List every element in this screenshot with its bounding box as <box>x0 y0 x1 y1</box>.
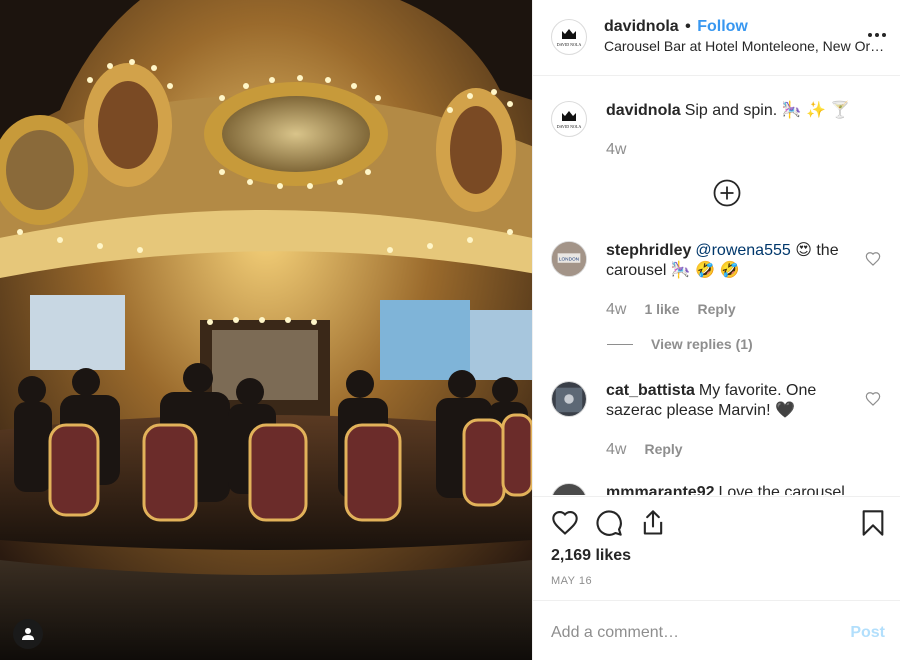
view-replies-line <box>607 343 633 345</box>
reply-button[interactable]: Reply <box>697 301 735 317</box>
comment-username[interactable]: mmmarante92 <box>606 484 715 495</box>
avatar-photo: LONDON <box>552 242 586 276</box>
comment-text: stephridley @rowena555 😍 the carousel 🎠 🤣… <box>606 241 861 281</box>
caption-text: davidnola Sip and spin. 🎠 ✨ 🍸 <box>606 101 861 121</box>
tagged-users-button[interactable] <box>13 619 43 649</box>
caption-meta: 4w <box>606 141 626 159</box>
separator-dot: • <box>685 18 691 35</box>
comment-icon[interactable] <box>595 509 623 537</box>
avatar-logo-text: DAVID NOLA <box>557 124 582 129</box>
load-more-icon[interactable] <box>713 179 741 207</box>
follow-button[interactable]: Follow <box>697 18 748 35</box>
crown-logo-icon: DAVID NOLA <box>557 29 582 47</box>
avatar-logo-text: DAVID NOLA <box>557 42 582 47</box>
view-replies-label: View replies (1) <box>651 336 753 352</box>
comment-body: Love the carousel <box>718 484 845 495</box>
comment-text: mmmarante92 Love the carousel <box>606 483 861 495</box>
user-tag-icon <box>22 628 34 640</box>
caption-body: Sip and spin. 🎠 ✨ 🍸 <box>684 102 851 119</box>
more-dot <box>875 33 879 37</box>
more-dot <box>868 33 872 37</box>
comment-likes[interactable]: 1 like <box>644 301 679 317</box>
comment-text: cat_battista My favorite. One sazerac ple… <box>606 381 861 421</box>
avatar-photo <box>552 382 586 416</box>
commenter-avatar[interactable] <box>551 483 587 495</box>
crown-logo-icon: DAVID NOLA <box>557 111 582 129</box>
reply-button[interactable]: Reply <box>644 441 682 457</box>
post-comment-button[interactable]: Post <box>850 624 885 642</box>
comment-username[interactable]: stephridley <box>606 242 691 259</box>
caption-time[interactable]: 4w <box>606 141 626 159</box>
comment-input[interactable]: Add a comment… <box>551 624 679 642</box>
comment-mention[interactable]: @rowena555 <box>695 242 790 259</box>
header-user-line: davidnola • Follow <box>604 18 748 36</box>
post-actions: 2,169 likes MAY 16 <box>533 496 900 600</box>
comment-meta: 4w 1 like Reply <box>606 301 736 319</box>
post-header: DAVID NOLA davidnola • Follow Carousel B… <box>533 0 900 76</box>
commenter-avatar[interactable]: LONDON <box>551 241 587 277</box>
comment-time[interactable]: 4w <box>606 301 626 319</box>
more-options-icon[interactable] <box>868 30 888 40</box>
comments-list[interactable]: DAVID NOLA davidnola Sip and spin. 🎠 ✨ 🍸 … <box>533 77 900 495</box>
more-dot <box>882 33 886 37</box>
post-photo[interactable] <box>0 0 532 660</box>
post-location[interactable]: Carousel Bar at Hotel Monteleone, New Or… <box>604 38 887 54</box>
instagram-post-modal: DAVID NOLA davidnola • Follow Carousel B… <box>0 0 900 660</box>
like-comment-heart-icon[interactable] <box>865 251 881 267</box>
post-date[interactable]: MAY 16 <box>551 575 592 587</box>
like-count[interactable]: 2,169 likes <box>551 547 631 565</box>
caption-username[interactable]: davidnola <box>606 102 681 119</box>
commenter-avatar[interactable] <box>551 381 587 417</box>
comment-time[interactable]: 4w <box>606 441 626 459</box>
heart-icon[interactable] <box>551 509 579 537</box>
carousel-bar-photo <box>0 0 532 660</box>
author-username[interactable]: davidnola <box>604 18 679 35</box>
comment-username[interactable]: cat_battista <box>606 382 695 399</box>
bookmark-icon[interactable] <box>859 509 887 537</box>
avatar-london-text: LONDON <box>559 256 580 262</box>
caption-author-avatar[interactable]: DAVID NOLA <box>551 101 587 137</box>
comment-meta: 4w Reply <box>606 441 683 459</box>
like-comment-heart-icon[interactable] <box>865 391 881 407</box>
author-avatar[interactable]: DAVID NOLA <box>551 19 587 55</box>
view-replies-button[interactable]: View replies (1) <box>607 336 753 352</box>
comment-composer: Add a comment… Post <box>533 600 900 660</box>
share-icon[interactable] <box>639 509 667 537</box>
post-side-panel: DAVID NOLA davidnola • Follow Carousel B… <box>532 0 900 660</box>
